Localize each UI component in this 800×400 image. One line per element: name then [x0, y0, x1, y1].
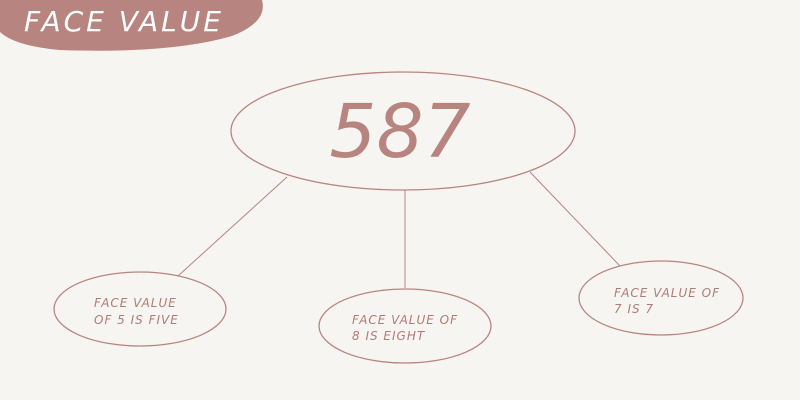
- leaf-node-seven: FACE VALUE OF 7 IS 7: [578, 260, 744, 336]
- leaf-node-five: FACE VALUE OF 5 IS FIVE: [53, 271, 227, 347]
- connector-line-right: [529, 171, 621, 267]
- svg-text:OF 5 IS FIVE: OF 5 IS FIVE: [94, 313, 179, 327]
- face-value-diagram: FACE VALUE 587 FACE VALUE OF 5 IS FIVE F…: [0, 0, 744, 364]
- leaf-node-eight: FACE VALUE OF 8 IS EIGHT: [318, 288, 492, 364]
- svg-text:FACE VALUE: FACE VALUE: [94, 296, 177, 310]
- svg-text:FACE VALUE OF: FACE VALUE OF: [352, 313, 458, 327]
- leaf-seven-line2: 7 IS 7: [614, 302, 654, 316]
- leaf-eight-line2: 8 IS EIGHT: [352, 329, 426, 343]
- leaf-eight-line1: FACE VALUE OF: [352, 313, 458, 327]
- svg-text:7 IS 7: 7 IS 7: [614, 302, 654, 316]
- svg-text:8 IS EIGHT: 8 IS EIGHT: [352, 329, 426, 343]
- title-text: FACE VALUE: [24, 5, 224, 38]
- connector-line-left: [177, 176, 288, 277]
- svg-text:FACE VALUE OF: FACE VALUE OF: [614, 286, 720, 300]
- title-banner: FACE VALUE: [0, 0, 263, 51]
- center-number-text: 587: [329, 89, 470, 175]
- leaf-seven-line1: FACE VALUE OF: [614, 286, 720, 300]
- leaf-five-line1: FACE VALUE: [94, 296, 177, 310]
- center-number-node: 587: [230, 71, 576, 191]
- leaf-five-line2: OF 5 IS FIVE: [94, 313, 179, 327]
